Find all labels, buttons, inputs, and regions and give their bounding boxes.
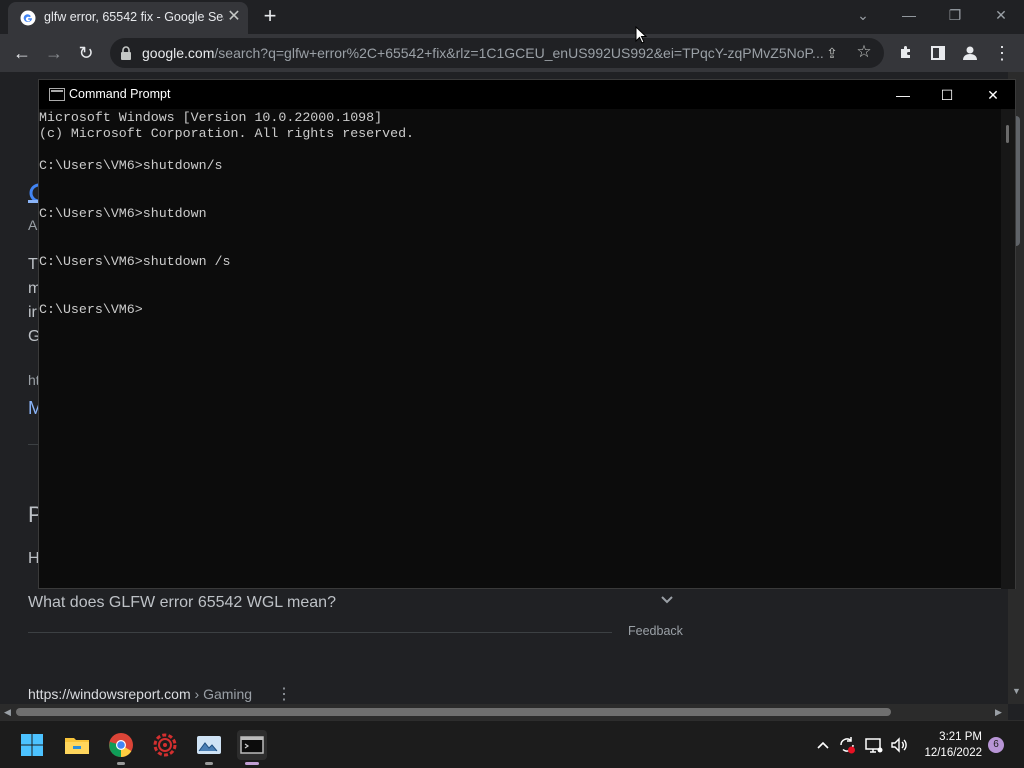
lock-icon [121, 46, 131, 60]
browser-toolbar: ← → ↻ google.com/search?q=glfw+error%2C+… [0, 34, 1024, 72]
settings-gear-icon[interactable] [150, 730, 180, 760]
chevron-down-icon[interactable] [660, 592, 674, 608]
terminal-icon[interactable] [237, 730, 267, 765]
result-url[interactable]: https://windowsreport.com › Gaming [28, 686, 252, 702]
bookmark-star-icon[interactable]: ☆ [854, 42, 874, 62]
browser-tab-strip: glfw error, 65542 fix - Google Search ✕ … [0, 0, 1024, 34]
address-url[interactable]: google.com/search?q=glfw+error%2C+65542+… [142, 45, 832, 61]
cmd-scrollbar[interactable] [1001, 109, 1015, 589]
scroll-down-arrow-icon[interactable]: ▼ [1012, 686, 1021, 696]
notification-badge[interactable]: 6 [988, 737, 1004, 753]
photo-viewer-icon[interactable] [194, 730, 224, 765]
divider [28, 444, 38, 445]
active-indicator [245, 762, 259, 765]
chrome-icon[interactable] [106, 730, 136, 765]
file-explorer-icon[interactable] [62, 730, 92, 760]
partial-text: T [28, 256, 38, 273]
cmd-console-output[interactable]: Microsoft Windows [Version 10.0.22000.10… [39, 109, 999, 589]
cmd-maximize-button[interactable]: ☐ [932, 84, 962, 106]
console-text: Microsoft Windows [Version 10.0.22000.10… [39, 110, 415, 317]
browser-tab[interactable]: glfw error, 65542 fix - Google Search ✕ [8, 2, 248, 34]
tab-title: glfw error, 65542 fix - Google Search [44, 10, 224, 24]
url-path: /search?q=glfw+error%2C+65542+fix&rlz=1C… [214, 45, 824, 61]
sync-alert-icon[interactable] [837, 735, 857, 755]
tab-search-chevron-icon[interactable]: ⌄ [851, 4, 875, 26]
scrollbar-thumb[interactable] [16, 708, 891, 716]
clock-time: 3:21 PM [939, 731, 982, 743]
running-indicator [205, 762, 213, 765]
close-window-button[interactable]: ✕ [989, 4, 1013, 26]
forward-arrow-icon[interactable]: → [41, 40, 67, 66]
scroll-left-arrow-icon[interactable]: ◀ [4, 707, 11, 718]
network-monitor-icon[interactable] [864, 735, 884, 755]
volume-speaker-icon[interactable] [889, 735, 909, 755]
profile-avatar-icon[interactable] [957, 40, 983, 66]
start-icon[interactable] [17, 730, 47, 760]
new-tab-button[interactable]: + [258, 5, 282, 29]
google-favicon-icon [20, 10, 36, 26]
mouse-cursor-icon [635, 26, 647, 44]
back-arrow-icon[interactable]: ← [9, 40, 35, 66]
reload-icon[interactable]: ↻ [73, 40, 99, 66]
result-breadcrumb: › Gaming [190, 686, 253, 702]
minimize-button[interactable]: — [897, 4, 921, 26]
cmd-app-icon [49, 88, 65, 101]
address-bar[interactable]: google.com/search?q=glfw+error%2C+65542+… [110, 38, 884, 68]
url-domain: google.com [142, 45, 215, 61]
divider [28, 632, 612, 633]
command-prompt-window[interactable]: Command Prompt — ☐ ✕ Microsoft Windows [… [38, 79, 1016, 589]
partial-text: ir [28, 304, 37, 321]
more-menu-icon[interactable]: ⋮ [989, 40, 1015, 66]
system-clock[interactable]: 3:21 PM 12/16/2022 [918, 729, 982, 761]
clock-date: 12/16/2022 [924, 747, 982, 759]
restore-button[interactable]: ❐ [943, 4, 967, 26]
cmd-window-title: Command Prompt [69, 87, 171, 101]
partial-text: A [28, 217, 38, 233]
windows-taskbar: 3:21 PM 12/16/2022 6 [0, 720, 1024, 768]
scroll-right-arrow-icon[interactable]: ▶ [995, 707, 1002, 718]
tab-close-icon[interactable]: ✕ [226, 8, 242, 26]
more-options-icon[interactable]: ⋮ [276, 684, 292, 704]
cmd-close-button[interactable]: ✕ [978, 84, 1008, 106]
side-panel-icon[interactable] [925, 40, 951, 66]
cmd-title-bar[interactable]: Command Prompt — ☐ ✕ [39, 80, 1015, 109]
scrollbar-thumb[interactable] [1006, 125, 1009, 143]
show-hidden-icons-chevron-icon[interactable] [813, 735, 833, 755]
page-horizontal-scrollbar[interactable]: ◀ ▶ [0, 704, 1008, 720]
extensions-puzzle-icon[interactable] [893, 40, 919, 66]
result-domain: https://windowsreport.com [28, 686, 191, 702]
faq-question[interactable]: What does GLFW error 65542 WGL mean? [28, 594, 336, 612]
share-icon[interactable]: ⇪ [822, 43, 842, 63]
feedback-link[interactable]: Feedback [628, 624, 683, 638]
tab-underline [28, 200, 38, 203]
running-indicator [117, 762, 125, 765]
cmd-minimize-button[interactable]: — [888, 84, 918, 106]
